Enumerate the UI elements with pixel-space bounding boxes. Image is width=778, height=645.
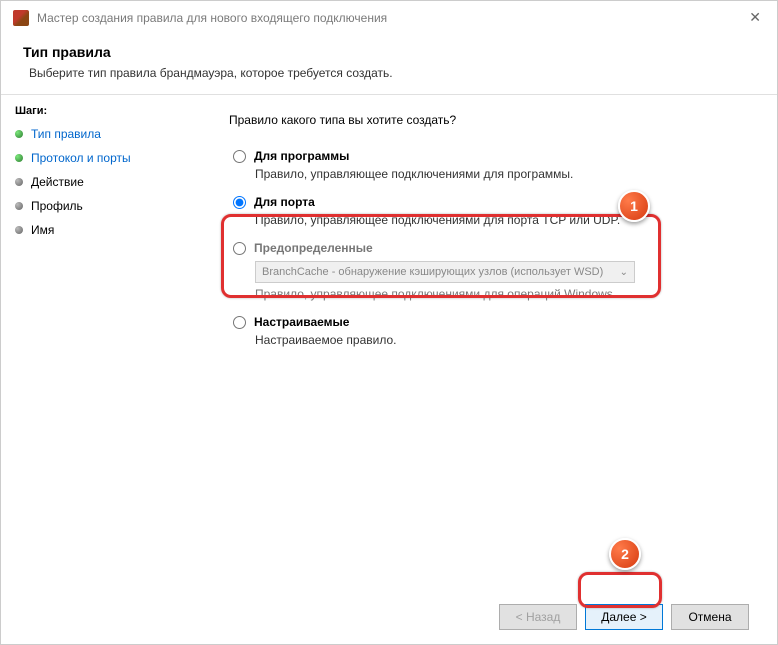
wizard-window: Мастер создания правила для нового входя… — [0, 0, 778, 645]
step-label: Профиль — [31, 199, 83, 213]
option-predefined: Предопределенные BranchCache - обнаружен… — [229, 241, 749, 301]
radio-predefined[interactable] — [233, 242, 246, 255]
radio-program[interactable] — [233, 150, 246, 163]
step-rule-type[interactable]: Тип правила — [15, 127, 187, 141]
sidebar: Шаги: Тип правила Протокол и порты Дейст… — [1, 95, 201, 590]
option-predefined-label[interactable]: Предопределенные — [233, 241, 749, 255]
radio-custom[interactable] — [233, 316, 246, 329]
content: Правило какого типа вы хотите создать? Д… — [201, 95, 777, 590]
option-custom-label[interactable]: Настраиваемые — [233, 315, 749, 329]
option-desc: Настраиваемое правило. — [233, 333, 749, 347]
page-header: Тип правила Выберите тип правила брандма… — [1, 34, 777, 94]
dropdown-value: BranchCache - обнаружение кэширующих узл… — [262, 266, 603, 278]
step-label: Протокол и порты — [31, 151, 131, 165]
option-port-label[interactable]: Для порта — [233, 195, 749, 209]
back-button[interactable]: < Назад — [499, 604, 577, 630]
chevron-down-icon: ⌄ — [620, 267, 628, 278]
radio-port[interactable] — [233, 196, 246, 209]
page-subtitle: Выберите тип правила брандмауэра, которо… — [23, 66, 755, 80]
option-title: Предопределенные — [254, 241, 373, 255]
cancel-button[interactable]: Отмена — [671, 604, 749, 630]
bullet-icon — [15, 178, 23, 186]
step-label: Имя — [31, 223, 54, 237]
step-label: Тип правила — [31, 127, 101, 141]
steps-label: Шаги: — [15, 105, 187, 117]
option-title: Настраиваемые — [254, 315, 349, 329]
bullet-icon — [15, 226, 23, 234]
bullet-icon — [15, 202, 23, 210]
option-desc: Правило, управляющее подключениями для п… — [233, 213, 749, 227]
option-port: Для порта Правило, управляющее подключен… — [229, 195, 749, 227]
body: Шаги: Тип правила Протокол и порты Дейст… — [1, 95, 777, 590]
step-name[interactable]: Имя — [15, 223, 187, 237]
predefined-dropdown[interactable]: BranchCache - обнаружение кэширующих узл… — [255, 261, 635, 283]
step-protocol-ports[interactable]: Протокол и порты — [15, 151, 187, 165]
option-program-label[interactable]: Для программы — [233, 149, 749, 163]
option-title: Для порта — [254, 195, 315, 209]
option-custom: Настраиваемые Настраиваемое правило. — [229, 315, 749, 347]
page-title: Тип правила — [23, 44, 755, 60]
titlebar: Мастер создания правила для нового входя… — [1, 1, 777, 34]
step-label: Действие — [31, 175, 84, 189]
step-action[interactable]: Действие — [15, 175, 187, 189]
bullet-icon — [15, 154, 23, 162]
footer: < Назад Далее > Отмена — [1, 590, 777, 644]
option-program: Для программы Правило, управляющее подкл… — [229, 149, 749, 181]
option-desc: Правило, управляющее подключениями для п… — [233, 167, 749, 181]
prompt-text: Правило какого типа вы хотите создать? — [229, 113, 749, 127]
step-profile[interactable]: Профиль — [15, 199, 187, 213]
bullet-icon — [15, 130, 23, 138]
next-button[interactable]: Далее > — [585, 604, 663, 630]
window-title: Мастер создания правила для нового входя… — [37, 11, 745, 25]
option-title: Для программы — [254, 149, 349, 163]
option-desc: Правило, управляющее подключениями для о… — [233, 287, 749, 301]
firewall-icon — [13, 10, 29, 26]
close-icon[interactable]: ✕ — [745, 9, 765, 26]
